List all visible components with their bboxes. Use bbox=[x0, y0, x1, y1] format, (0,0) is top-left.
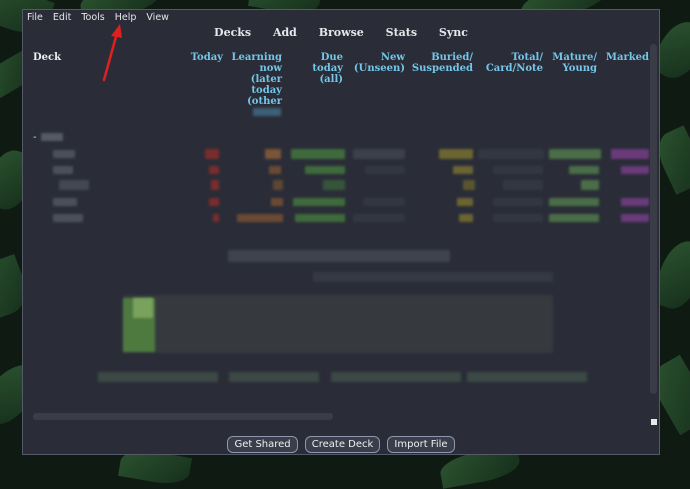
annotation-arrow bbox=[102, 24, 122, 82]
